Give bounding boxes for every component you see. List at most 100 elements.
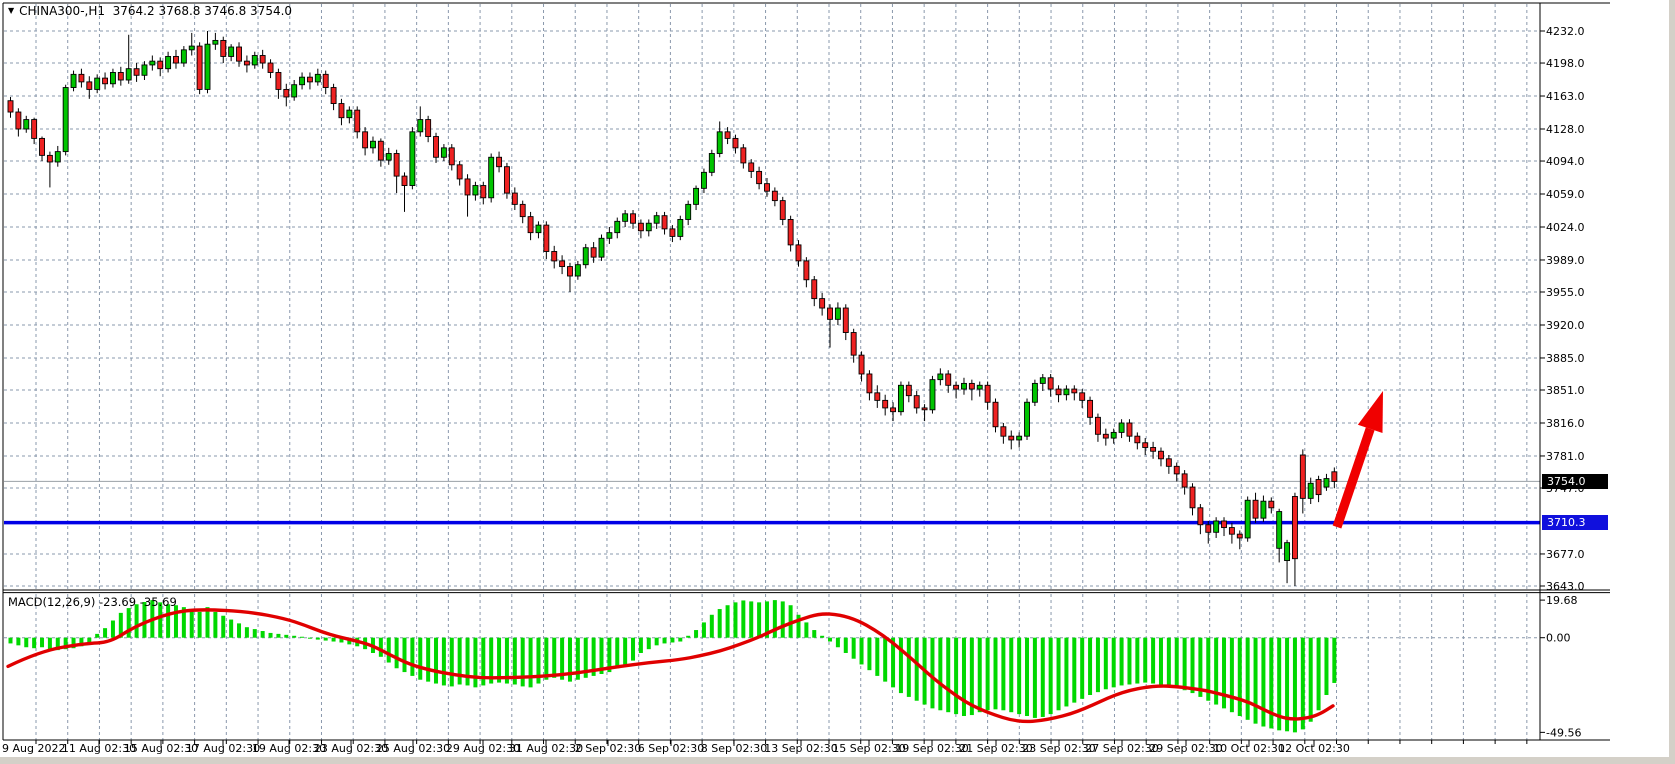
window-right-scrollbar-strip[interactable] [1669, 0, 1675, 764]
macd-bar [986, 638, 990, 711]
candle [1135, 436, 1140, 443]
macd-bar [757, 602, 761, 637]
macd-bar [403, 638, 407, 672]
macd-bar [48, 638, 52, 649]
candle [985, 385, 990, 402]
macd-bar [190, 609, 194, 638]
candle [47, 155, 52, 162]
candle [103, 78, 108, 84]
candle [1001, 427, 1006, 436]
price-axis-label: 3955.0 [1546, 286, 1585, 299]
macd-bar [466, 638, 470, 686]
candle [520, 204, 525, 216]
candle [87, 82, 92, 90]
candle [954, 385, 959, 389]
candle [1025, 402, 1030, 436]
price-axis[interactable]: 4232.04198.04163.04128.04094.04059.04024… [1540, 25, 1585, 593]
price-axis-label: 4024.0 [1546, 221, 1585, 234]
candle [1214, 521, 1219, 532]
macd-bar [804, 622, 808, 637]
candle [631, 214, 636, 223]
chart-symbol-period: CHINA300-,H1 [19, 4, 105, 18]
time-axis[interactable]: 9 Aug 202211 Aug 02:3015 Aug 02:3017 Aug… [2, 740, 1527, 755]
candle [173, 56, 178, 63]
candle [1229, 528, 1234, 535]
support-line-price-badge: 3710.3 [1542, 515, 1608, 530]
candle [591, 248, 596, 257]
candle [1166, 459, 1171, 467]
candle [788, 219, 793, 244]
time-axis-label: 19 Sep 02:30 [895, 742, 968, 755]
macd-bar [442, 638, 446, 686]
macd-bar [276, 634, 280, 638]
current-price-badge: 3754.0 [1542, 474, 1608, 489]
time-axis-label: 10 Oct 02:30 [1213, 742, 1285, 755]
price-axis-label: 3851.0 [1546, 384, 1585, 397]
candle [252, 55, 257, 64]
candle [292, 85, 297, 97]
candle [1222, 521, 1227, 528]
candle [662, 216, 667, 229]
macd-bar [497, 638, 501, 683]
macd-bar [316, 638, 320, 640]
candle [780, 201, 785, 220]
candle [922, 408, 927, 410]
candle [749, 163, 754, 171]
macd-bar [395, 638, 399, 669]
candle [221, 40, 226, 56]
macd-bar [655, 638, 659, 646]
macd-bar [1324, 638, 1328, 695]
candle [599, 238, 604, 257]
candle [71, 74, 76, 87]
chart-canvas[interactable]: 4232.04198.04163.04128.04094.04059.04024… [0, 0, 1675, 764]
candle [906, 385, 911, 395]
macd-bar [781, 601, 785, 637]
candle [1143, 443, 1148, 448]
candle [701, 172, 706, 188]
macd-bar [1230, 638, 1234, 712]
macd-bar [647, 638, 651, 649]
candle [1080, 393, 1085, 401]
time-axis-label: 17 Aug 02:30 [186, 742, 260, 755]
macd-bar [946, 638, 950, 712]
symbol-dropdown-icon[interactable]: ▼ [8, 6, 14, 15]
candle [16, 112, 21, 129]
macd-bar [820, 636, 824, 638]
candle [394, 153, 399, 176]
candle [1056, 389, 1061, 395]
time-axis-label: 13 Sep 02:30 [764, 742, 837, 755]
macd-bar [1064, 638, 1068, 707]
macd-bar [899, 638, 903, 693]
macd-bar [1088, 638, 1092, 695]
macd-axis[interactable]: 19.680.00-49.56 [1540, 594, 1581, 739]
candle [914, 396, 919, 408]
macd-axis-label: 0.00 [1546, 632, 1571, 645]
macd-bar [324, 638, 328, 641]
candle [512, 193, 517, 204]
macd-bar [300, 637, 304, 638]
candle [110, 72, 115, 83]
candle [410, 132, 415, 186]
macd-bar [1017, 638, 1021, 714]
price-axis-label: 4198.0 [1546, 57, 1585, 70]
candle [434, 137, 439, 158]
candle [867, 374, 872, 393]
macd-bar [907, 638, 911, 697]
candle [126, 69, 131, 80]
candle [244, 61, 249, 65]
candle [560, 261, 565, 267]
candle [1103, 434, 1108, 438]
candle [1151, 447, 1156, 451]
candle [851, 333, 856, 356]
candle [646, 223, 651, 231]
candle [638, 223, 643, 231]
price-axis-label: 3677.0 [1546, 548, 1585, 561]
macd-bar [1151, 638, 1155, 684]
candle [1237, 534, 1242, 538]
macd-bar [623, 638, 627, 665]
time-axis-label: 2 Sep 02:30 [575, 742, 641, 755]
trend-arrow[interactable] [1333, 391, 1383, 528]
macd-bar [710, 615, 714, 638]
macd-bar [615, 638, 619, 669]
candle [843, 308, 848, 332]
